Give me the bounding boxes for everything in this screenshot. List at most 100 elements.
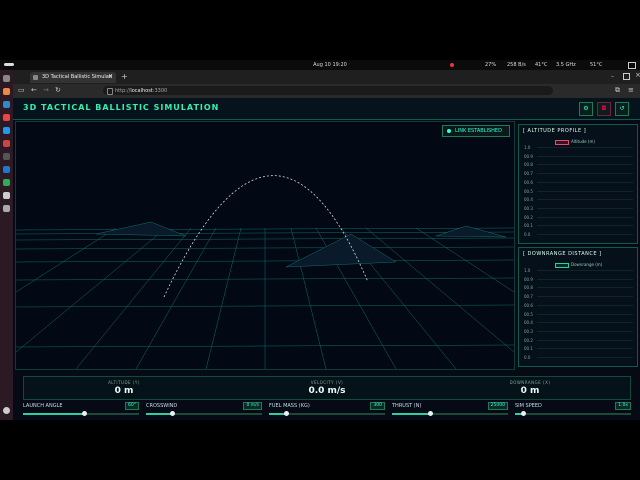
y-tick-label: 00.2 <box>524 337 533 343</box>
gear-icon: ⚙ <box>583 105 589 112</box>
sim-speed-slider[interactable] <box>515 411 631 416</box>
close-window-icon[interactable]: × <box>635 71 640 79</box>
back-icon[interactable]: ← <box>31 86 37 94</box>
temperature-stat: 41°C <box>535 62 548 68</box>
grid-line <box>537 304 633 306</box>
grid-line <box>537 348 633 350</box>
fuel-mass-value: 300 <box>370 402 385 410</box>
sim-speed-label: SIM SPEED <box>515 403 542 409</box>
3d-scene <box>16 175 514 369</box>
show-apps-icon[interactable] <box>3 407 10 414</box>
network-stat: 258 B/s <box>507 62 526 68</box>
maximize-icon[interactable] <box>623 73 630 80</box>
browser-tab-bar: 3D Tactical Ballistic Simulati × + – × <box>13 70 640 84</box>
slider-fill <box>23 413 85 415</box>
fuel-mass-label: FUEL MASS (KG) <box>269 403 310 409</box>
extensions-icon[interactable]: ⧉ <box>615 86 620 95</box>
sidebar-toggle-icon[interactable]: ▭ <box>18 86 25 94</box>
url-scheme: http:// <box>115 88 131 94</box>
reload-icon[interactable]: ↻ <box>55 86 61 94</box>
grid-line <box>537 199 633 201</box>
url-host: localhost <box>130 88 153 94</box>
y-tick-label: 00.6 <box>524 179 533 185</box>
terminal-icon[interactable] <box>3 153 10 160</box>
grid-line <box>537 270 633 271</box>
app-icon[interactable] <box>3 205 10 212</box>
y-tick-label: 00.3 <box>524 205 533 211</box>
cpu-stat: 27% <box>485 62 497 68</box>
legend-swatch <box>555 262 569 268</box>
y-tick-label: 00.7 <box>524 171 533 177</box>
grid-line <box>537 147 633 148</box>
application-dock <box>0 70 13 420</box>
slider-thumb[interactable] <box>284 411 290 416</box>
grid-line <box>537 313 633 315</box>
y-tick-label: 0.0 <box>524 355 531 360</box>
thrust-slider[interactable] <box>392 411 508 416</box>
app-icon[interactable] <box>3 140 10 147</box>
crosswind-control: CROSSWIND 0 m/s <box>146 402 262 417</box>
page-info-icon[interactable] <box>107 88 113 95</box>
downrange-value: 0 m <box>520 386 540 396</box>
menu-icon[interactable]: ≡ <box>628 86 634 94</box>
system-top-bar: Aug 10 19:20 27% 258 B/s 41°C 3.5 GHz 51… <box>0 60 640 70</box>
tab-title: 3D Tactical Ballistic Simulati <box>42 74 113 80</box>
close-tab-icon[interactable]: × <box>108 73 113 80</box>
app-header: 3D TACTICAL BALLISTIC SIMULATION ⚙ ◘ ↺ <box>13 98 640 120</box>
slider-fill <box>146 413 172 415</box>
code-editor-icon[interactable] <box>3 166 10 173</box>
slider-thumb[interactable] <box>169 411 175 416</box>
grid-line <box>537 164 633 166</box>
tab-favicon-icon <box>33 75 38 80</box>
y-tick-label: 1.0 <box>524 268 531 273</box>
crosswind-slider[interactable] <box>146 411 262 416</box>
downrange-panel-title: [ DOWNRANGE DISTANCE ] <box>523 251 602 257</box>
system-clock[interactable]: Aug 10 19:20 <box>300 62 360 68</box>
launch-angle-control: LAUNCH ANGLE 60° <box>23 402 139 417</box>
grid-line <box>537 173 633 175</box>
power-icon[interactable] <box>628 62 636 69</box>
link-status-label: LINK ESTABLISHED <box>455 128 502 134</box>
app-icon[interactable] <box>3 101 10 108</box>
launch-angle-slider[interactable] <box>23 411 139 416</box>
y-tick-label: 00.6 <box>524 302 533 308</box>
y-tick-label: 00.5 <box>524 188 533 194</box>
record-icon <box>450 63 454 67</box>
y-tick-label: 00.1 <box>524 223 533 229</box>
grid-line <box>537 278 633 280</box>
reset-button[interactable]: ↺ <box>615 102 629 116</box>
app-icon[interactable] <box>3 179 10 186</box>
3d-viewport[interactable]: LINK ESTABLISHED <box>15 121 515 370</box>
slider-thumb[interactable] <box>82 411 88 416</box>
frequency-stat: 3.5 GHz <box>556 62 576 68</box>
y-tick-label: 00.9 <box>524 276 533 282</box>
url-bar[interactable]: http://localhost:3300 <box>103 86 553 95</box>
stop-button[interactable]: ◘ <box>597 102 611 116</box>
grid-line <box>537 234 633 235</box>
downrange-legend[interactable]: Downrange (m) <box>555 262 602 268</box>
y-tick-label: 1.0 <box>524 145 531 150</box>
altitude-value: 0 m <box>114 386 134 396</box>
app-icon[interactable] <box>3 114 10 121</box>
text-editor-icon[interactable] <box>3 192 10 199</box>
grid-line <box>537 155 633 157</box>
browser-tab[interactable]: 3D Tactical Ballistic Simulati × <box>30 72 116 83</box>
fuel-mass-slider[interactable] <box>269 411 385 416</box>
browser-icon[interactable] <box>3 88 10 95</box>
app-icon[interactable] <box>3 127 10 134</box>
slider-thumb[interactable] <box>428 411 434 416</box>
forward-icon[interactable]: → <box>43 86 49 94</box>
activities-indicator[interactable] <box>4 63 14 66</box>
settings-button[interactable]: ⚙ <box>579 102 593 116</box>
grid-line <box>537 181 633 183</box>
fuel-mass-control: FUEL MASS (KG) 300 <box>269 402 385 417</box>
altitude-legend[interactable]: Altitude (m) <box>555 139 595 145</box>
y-tick-label: 00.2 <box>524 214 533 220</box>
velocity-label: VELOCITY (V) <box>310 380 344 385</box>
grid-line <box>537 207 633 209</box>
slider-thumb[interactable] <box>521 411 527 416</box>
downrange-label: DOWNRANGE (X) <box>509 380 551 385</box>
files-icon[interactable] <box>3 75 10 82</box>
new-tab-icon[interactable]: + <box>121 72 128 81</box>
minimize-icon[interactable]: – <box>611 73 614 80</box>
